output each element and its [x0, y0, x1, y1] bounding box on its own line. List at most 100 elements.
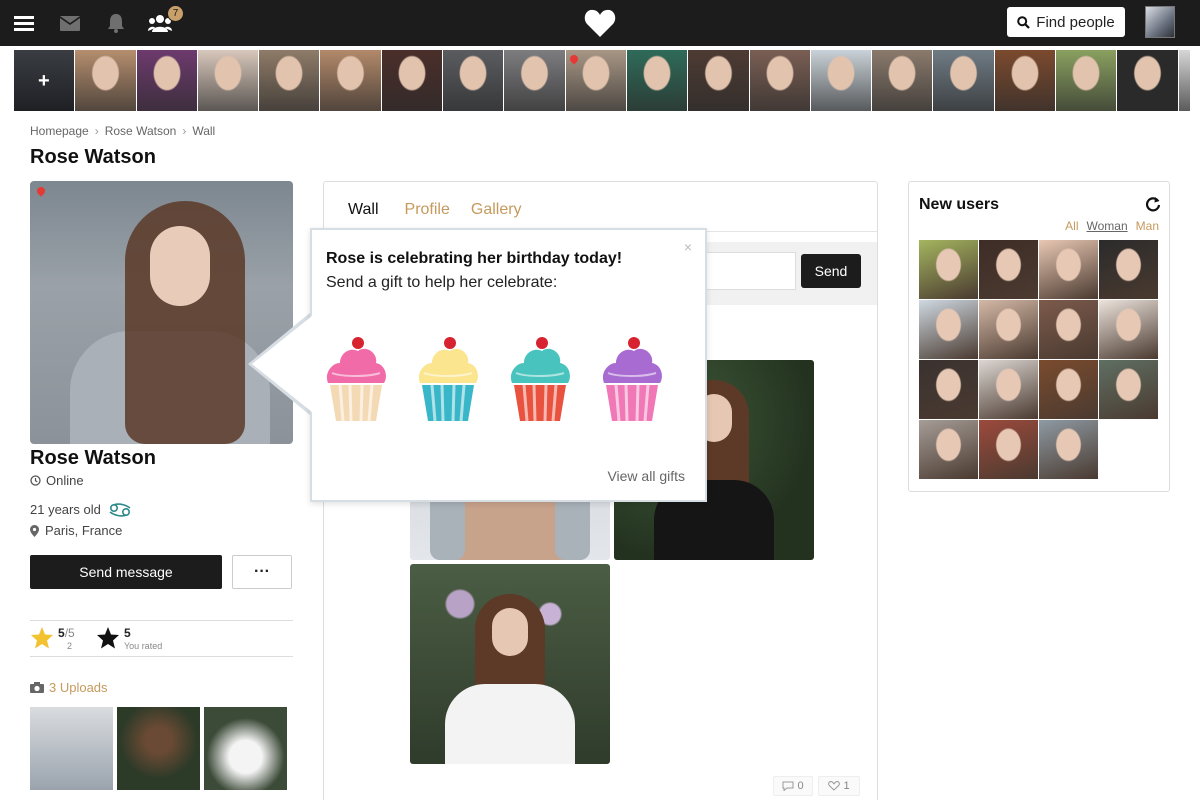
- age-label: 21 years old: [30, 502, 101, 517]
- teal-cupcake-gift[interactable]: [506, 333, 574, 423]
- like-button[interactable]: 1: [818, 776, 860, 796]
- new-user-thumb[interactable]: [1039, 240, 1098, 299]
- strip-profile-thumb[interactable]: [504, 50, 565, 111]
- breadcrumb-current: Wall: [192, 124, 216, 138]
- friend-requests-badge[interactable]: 7: [167, 5, 184, 22]
- close-icon[interactable]: ×: [684, 239, 692, 255]
- camera-icon: [30, 682, 44, 693]
- my-avatar[interactable]: [1145, 6, 1175, 38]
- pink-cupcake-gift[interactable]: [322, 333, 390, 423]
- new-user-thumb[interactable]: [979, 300, 1038, 359]
- location-pin-icon: [35, 185, 47, 197]
- new-user-thumb[interactable]: [919, 240, 978, 299]
- strip-profile-thumb[interactable]: [933, 50, 994, 111]
- uploads-label: 3 Uploads: [49, 680, 108, 695]
- location-row: Paris, France: [30, 523, 122, 538]
- comments-button[interactable]: 0: [773, 776, 813, 796]
- upload-thumb[interactable]: [117, 707, 200, 790]
- cancer-icon: [109, 502, 131, 517]
- popup-title: Rose is celebrating her birthday today!: [326, 250, 623, 267]
- strip-profile-thumb[interactable]: [75, 50, 136, 111]
- strip-profile-thumb[interactable]: [1117, 50, 1178, 111]
- find-people-button[interactable]: Find people: [1007, 7, 1125, 37]
- new-user-thumb[interactable]: [979, 240, 1038, 299]
- online-label: Online: [46, 473, 84, 488]
- tab-profile[interactable]: Profile: [405, 201, 450, 219]
- new-user-thumb[interactable]: [1099, 240, 1158, 299]
- strip-profile-thumb[interactable]: [443, 50, 504, 111]
- strip-profile-thumb[interactable]: [1056, 50, 1117, 111]
- your-score: 5: [124, 626, 131, 640]
- new-user-thumb[interactable]: [1099, 360, 1158, 419]
- votes-count: 2: [67, 641, 73, 651]
- upload-thumb[interactable]: [204, 707, 287, 790]
- average-score-max: /5: [64, 626, 75, 640]
- more-options-button[interactable]: ···: [232, 555, 292, 589]
- average-score: 5: [58, 626, 65, 640]
- photo-shirt: [445, 684, 575, 764]
- strip-profile-thumb[interactable]: [626, 50, 688, 111]
- strip-profile-thumb[interactable]: [136, 50, 197, 111]
- new-users-title: New users: [919, 196, 1000, 213]
- breadcrumb-profile[interactable]: Rose Watson: [105, 124, 177, 138]
- send-message-button[interactable]: Send message: [30, 555, 222, 589]
- likes-count: 1: [843, 780, 850, 792]
- breadcrumb: Homepage › Rose Watson › Wall: [30, 124, 215, 138]
- breadcrumb-homepage[interactable]: Homepage: [30, 124, 89, 138]
- mail-icon[interactable]: [58, 12, 82, 34]
- strip-profile-thumb[interactable]: [320, 50, 381, 111]
- strip-profile-thumb[interactable]: [688, 50, 749, 111]
- filter-all[interactable]: All: [1065, 219, 1078, 233]
- page-title: Rose Watson: [30, 146, 156, 168]
- comments-count: 0: [797, 780, 804, 792]
- heart-logo[interactable]: [583, 6, 617, 40]
- uploads-link[interactable]: 3 Uploads: [30, 680, 108, 695]
- breadcrumb-separator: ›: [94, 124, 99, 138]
- heart-outline-icon: [828, 781, 841, 791]
- filter-man[interactable]: Man: [1136, 219, 1159, 233]
- strip-profile-thumb[interactable]: [994, 50, 1056, 111]
- strip-profile-thumb[interactable]: [565, 50, 626, 111]
- post-send-button[interactable]: Send: [801, 254, 861, 288]
- rating-row: 5/5 2 5 You rated: [30, 620, 293, 657]
- add-photo-thumb[interactable]: +: [14, 50, 75, 111]
- strip-profile-thumb[interactable]: [1178, 50, 1190, 111]
- bell-icon[interactable]: [104, 12, 128, 34]
- new-user-thumb[interactable]: [979, 360, 1038, 419]
- find-people-label: Find people: [1036, 13, 1115, 31]
- strip-profile-thumb[interactable]: [259, 50, 320, 111]
- new-user-thumb[interactable]: [919, 420, 978, 479]
- wall-photo[interactable]: [410, 564, 610, 764]
- profile-name: Rose Watson: [30, 447, 156, 469]
- new-users-grid: [919, 240, 1161, 479]
- new-user-thumb[interactable]: [1039, 300, 1098, 359]
- strip-profile-thumb[interactable]: [810, 50, 872, 111]
- purple-cupcake-gift[interactable]: [598, 333, 666, 423]
- your-rating[interactable]: 5 You rated: [96, 626, 162, 652]
- breadcrumb-separator: ›: [182, 124, 187, 138]
- refresh-icon[interactable]: [1145, 196, 1161, 212]
- strip-profile-thumb[interactable]: [381, 50, 443, 111]
- star-black-icon: [97, 627, 119, 649]
- new-user-thumb[interactable]: [919, 300, 978, 359]
- average-rating: 5/5 2: [30, 626, 75, 652]
- new-user-thumb[interactable]: [1039, 420, 1098, 479]
- upload-thumb[interactable]: [30, 707, 113, 790]
- view-all-gifts-link[interactable]: View all gifts: [607, 468, 685, 484]
- strip-profile-thumb[interactable]: [872, 50, 933, 111]
- new-user-thumb[interactable]: [919, 360, 978, 419]
- top-navbar: 7 Find people: [0, 0, 1200, 46]
- yellow-cupcake-gift[interactable]: [414, 333, 482, 423]
- strip-profile-thumb[interactable]: [749, 50, 810, 111]
- profile-strip: +: [14, 50, 1190, 111]
- tab-gallery[interactable]: Gallery: [471, 201, 522, 219]
- new-user-thumb[interactable]: [1039, 360, 1098, 419]
- filter-woman[interactable]: Woman: [1087, 219, 1128, 233]
- new-user-thumb[interactable]: [1099, 300, 1158, 359]
- popup-pointer-fill: [252, 316, 312, 412]
- strip-profile-thumb[interactable]: [197, 50, 259, 111]
- menu-icon[interactable]: [12, 12, 36, 34]
- tab-wall[interactable]: Wall: [348, 201, 379, 219]
- upload-thumbnails: [30, 707, 287, 790]
- new-user-thumb[interactable]: [979, 420, 1038, 479]
